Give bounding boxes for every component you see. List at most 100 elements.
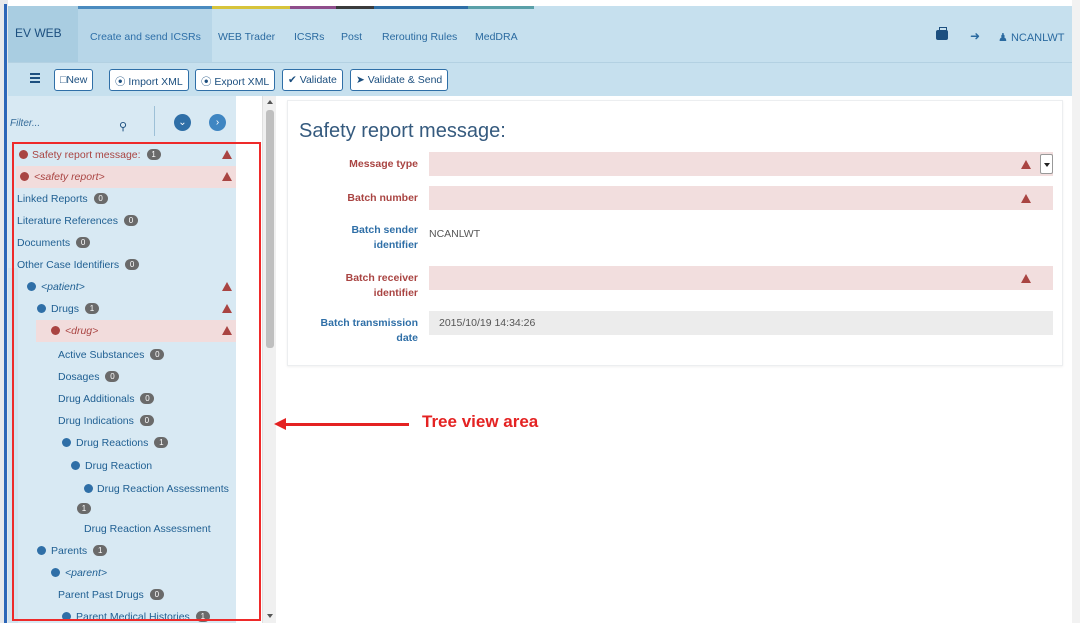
- nav-stripe-5: [374, 6, 468, 9]
- scroll-up-icon[interactable]: [267, 100, 273, 104]
- tree-item-drug-reaction[interactable]: Drug Reaction: [58, 455, 236, 477]
- tree-item-label: Literature References 0: [17, 215, 138, 227]
- brand-label: EV WEB: [15, 26, 62, 40]
- tree-item-label: Dosages 0: [58, 371, 120, 383]
- count-badge: 0: [139, 415, 154, 426]
- right-edge: [1072, 0, 1080, 623]
- tree-item-label: Linked Reports 0: [17, 193, 108, 205]
- export-xml-button[interactable]: ⦿ Export XML: [195, 69, 276, 91]
- user-icon: ♟: [998, 32, 1008, 44]
- nav-stripe-6: [468, 6, 534, 9]
- batch-number-field[interactable]: [429, 186, 1053, 210]
- tree-item-drug-indications[interactable]: Drug Indications 0: [48, 410, 236, 432]
- tree-item-other-case-identifiers[interactable]: Other Case Identifiers 0: [16, 254, 236, 276]
- count-badge: 1: [77, 503, 91, 514]
- tree-item-safety-report[interactable]: <safety report>: [16, 166, 236, 188]
- new-button[interactable]: □New: [54, 69, 94, 91]
- tree-item-text: Drug Reactions: [76, 437, 149, 449]
- import-xml-label: Import XML: [128, 76, 183, 88]
- hamburger-icon[interactable]: [30, 73, 40, 83]
- tree-item-text: Dosages: [58, 371, 100, 383]
- nav-post[interactable]: Post: [341, 31, 362, 43]
- user-name: NCANLWT: [1010, 32, 1065, 44]
- tree-item-drugs[interactable]: Drugs 1: [26, 298, 236, 320]
- warning-icon: [222, 172, 232, 181]
- message-type-select[interactable]: [429, 152, 1053, 176]
- nav-stripe-2: [212, 6, 290, 9]
- batch-receiver-identifier-field[interactable]: [429, 266, 1053, 290]
- import-xml-button[interactable]: ⦿ Import XML: [109, 69, 189, 91]
- tree-item-parent-past-drugs[interactable]: Parent Past Drugs 0: [48, 584, 236, 606]
- export-xml-label: Export XML: [214, 76, 270, 88]
- batch-transmission-date-text: 2015/10/19 14:34:26: [439, 317, 536, 329]
- tree-item-linked-reports[interactable]: Linked Reports 0: [16, 188, 236, 210]
- user-menu[interactable]: ♟ NCANLWT: [998, 31, 1065, 44]
- tree-filter-input[interactable]: Filter...: [10, 118, 40, 129]
- tree-item-patient[interactable]: <patient>: [16, 276, 236, 298]
- chevron-down-icon[interactable]: [1040, 154, 1053, 174]
- tree-item-text: Parents: [51, 545, 88, 557]
- validate-send-button[interactable]: ➤ Validate & Send: [350, 69, 449, 91]
- nav-create-send-icsrs[interactable]: Create and send ICSRs: [90, 31, 201, 43]
- chevron-down-icon: [51, 326, 60, 335]
- tree-item-safety-report-message[interactable]: Safety report message: 1: [8, 144, 236, 166]
- left-accent-line: [4, 4, 7, 623]
- tree-item-label: Drug Reactions 1: [76, 437, 169, 449]
- tree-item-dosages[interactable]: Dosages 0: [48, 366, 236, 388]
- tree-item-drug[interactable]: <drug>: [36, 320, 236, 342]
- tree-item-label: Parent Past Drugs 0: [58, 589, 164, 601]
- tree-item-text: Other Case Identifiers: [17, 259, 120, 271]
- tree-item-parents[interactable]: Parents 1: [26, 540, 236, 562]
- tree-item-documents[interactable]: Documents 0: [16, 232, 236, 254]
- tree-item-text: Drug Indications: [58, 415, 134, 427]
- brand[interactable]: EV WEB: [8, 6, 78, 62]
- tree-item-text: Safety report message:: [32, 149, 141, 161]
- tree-item-drug-additionals[interactable]: Drug Additionals 0: [48, 388, 236, 410]
- nav-stripe-1: [78, 6, 212, 9]
- tree-item-label: Drug Reaction Assessments: [97, 483, 229, 495]
- sign-out-icon[interactable]: ➜: [970, 29, 980, 43]
- count-badge: 0: [149, 589, 164, 600]
- warning-icon: [1021, 160, 1031, 169]
- tree-item-label: <parent>: [65, 567, 108, 579]
- tree-item-label: Drugs 1: [51, 303, 100, 315]
- tree-item-drug-reaction-assessment[interactable]: Drug Reaction Assessment: [80, 518, 236, 540]
- tree-item-parent-medical-histories[interactable]: Parent Medical Histories 1: [48, 606, 236, 623]
- expand-all-button[interactable]: ⌄: [174, 114, 191, 131]
- validate-button[interactable]: ✔ Validate: [282, 69, 343, 91]
- chevron-down-icon: [71, 461, 80, 470]
- tree-item-label: Drug Additionals 0: [58, 393, 155, 405]
- tree-guide: [8, 268, 18, 623]
- scroll-down-icon[interactable]: [267, 614, 273, 618]
- tree-item-label: Parents 1: [51, 545, 108, 557]
- nav-icsrs[interactable]: ICSRs: [294, 31, 324, 43]
- tree-item-active-substances[interactable]: Active Substances 0: [48, 344, 236, 366]
- batch-receiver-identifier-label: Batch receiver identifier: [345, 272, 418, 299]
- tree-item-literature-references[interactable]: Literature References 0: [16, 210, 236, 232]
- nav-rerouting-rules[interactable]: Rerouting Rules: [382, 31, 457, 43]
- chevron-down-icon: [37, 304, 46, 313]
- validate-send-label: Validate & Send: [367, 74, 443, 86]
- count-badge: 1: [146, 149, 161, 160]
- chevron-down-icon: [27, 282, 36, 291]
- search-icon[interactable]: ⚲: [119, 120, 127, 133]
- chevron-down-icon: [37, 546, 46, 555]
- annotation-arrow-line: [284, 423, 409, 426]
- tree-item-label: Drug Reaction Assessment: [84, 523, 211, 535]
- nav-stripe-3: [290, 6, 336, 9]
- collapse-all-button[interactable]: ›: [209, 114, 226, 131]
- batch-sender-identifier-label: Batch sender identifier: [351, 224, 418, 251]
- filter-divider: [154, 106, 155, 136]
- tree-scrollbar[interactable]: [262, 96, 276, 623]
- nav-web-trader[interactable]: WEB Trader: [218, 31, 275, 43]
- nav-meddra[interactable]: MedDRA: [475, 31, 518, 43]
- tree-item-text: Documents: [17, 237, 71, 249]
- annotation-label: Tree view area: [422, 412, 539, 431]
- briefcase-icon[interactable]: [936, 27, 948, 40]
- tree-item-label: Documents 0: [17, 237, 91, 249]
- scroll-thumb[interactable]: [266, 110, 274, 348]
- tree-item-label: <safety report>: [34, 171, 105, 183]
- tree-item-parent[interactable]: <parent>: [36, 562, 236, 584]
- toolbar: □New ⦿ Import XML ⦿ Export XML ✔ Validat…: [8, 62, 1072, 96]
- tree-item-drug-reactions[interactable]: Drug Reactions 1: [48, 432, 236, 454]
